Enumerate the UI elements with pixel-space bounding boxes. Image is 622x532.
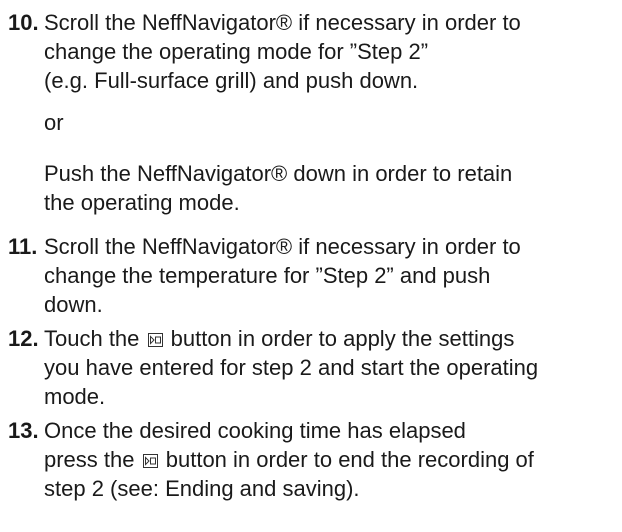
alternative-line: the operating mode. [44, 190, 240, 215]
step-line: step 2 (see: Ending and saving). [44, 476, 360, 501]
step-line: Scroll the NeffNavigator® if necessary i… [44, 10, 521, 35]
alternative-line: Push the NeffNavigator® down in order to… [44, 161, 513, 186]
step-text: Scroll the NeffNavigator® if necessary i… [44, 8, 614, 95]
step-line: press the button in order to end the rec… [44, 447, 534, 472]
step-line: change the operating mode for ”Step 2” [44, 39, 429, 64]
record-stop-button-icon [147, 333, 163, 347]
step-line: down. [44, 292, 103, 317]
step-number: 10. [8, 10, 39, 35]
step-number: 12. [8, 326, 39, 351]
step-line: Scroll the NeffNavigator® if necessary i… [44, 234, 521, 259]
alternative-separator: or [44, 110, 64, 135]
step-line: you have entered for step 2 and start th… [44, 355, 539, 380]
step-10: 10. Scroll the NeffNavigator® if necessa… [8, 8, 614, 95]
instruction-page: 10. Scroll the NeffNavigator® if necessa… [0, 0, 622, 532]
step-line: change the temperature for ”Step 2” and … [44, 263, 491, 288]
step-text: Touch the button in order to apply the s… [44, 324, 614, 411]
step-line: mode. [44, 384, 106, 409]
step-11: 11. Scroll the NeffNavigator® if necessa… [8, 232, 614, 319]
step-text: Once the desired cooking time has elapse… [44, 416, 614, 503]
step-line: Once the desired cooking time has elapse… [44, 418, 466, 443]
step-line: (e.g. Full-surface grill) and push down. [44, 68, 419, 93]
step-12: 12. Touch the button in order to apply t… [8, 324, 614, 411]
record-stop-button-icon [142, 454, 158, 468]
step-number: 11. [8, 234, 38, 259]
step-text: Scroll the NeffNavigator® if necessary i… [44, 232, 614, 319]
step-13: 13. Once the desired cooking time has el… [8, 416, 614, 503]
step-line: Touch the button in order to apply the s… [44, 326, 515, 351]
step-number: 13. [8, 418, 39, 443]
